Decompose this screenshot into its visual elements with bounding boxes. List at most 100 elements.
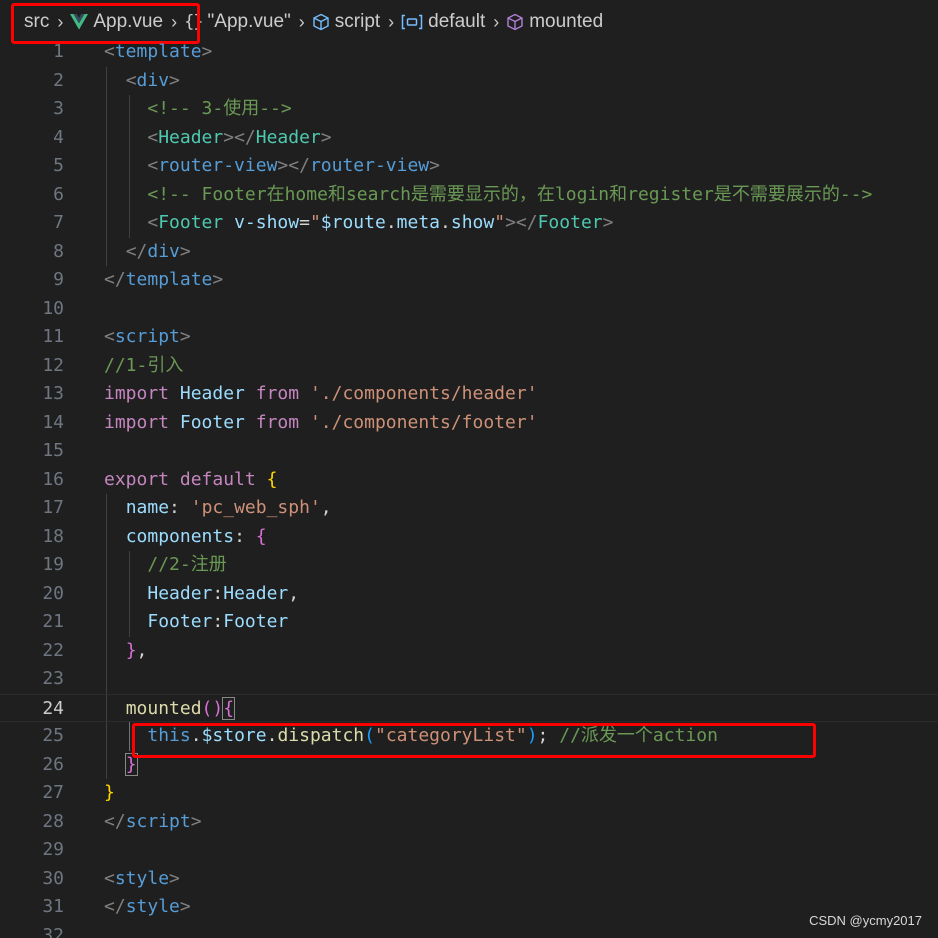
code-line[interactable]: 6 <!-- Footer在home和search是需要显示的，在login和r… (0, 181, 938, 210)
code-token: template (125, 269, 213, 290)
code-token: import (104, 411, 170, 433)
code-line[interactable]: 10 (0, 295, 938, 324)
chevron-right-icon: › (388, 11, 395, 32)
line-number: 32 (42, 924, 64, 938)
line-number: 31 (42, 896, 64, 917)
line-number: 9 (53, 269, 64, 290)
code-line[interactable]: 5 <router-view></router-view> (0, 152, 938, 181)
breadcrumb-item-default[interactable]: default (401, 11, 485, 33)
code-token: $route (320, 212, 386, 233)
code-line[interactable]: 9 </template> (0, 266, 938, 295)
code-token: v-show (234, 212, 300, 233)
code-token: < (104, 326, 115, 347)
line-code: }, (104, 637, 148, 666)
code-line[interactable]: 31 </style> (0, 893, 938, 922)
code-line[interactable]: 11 <script> (0, 323, 938, 352)
code-line[interactable]: 19 //2-注册 (0, 551, 938, 580)
line-code: <router-view></router-view> (104, 152, 440, 181)
code-line[interactable]: 17 name: 'pc_web_sph', (0, 494, 938, 523)
code-token: </ (104, 810, 126, 832)
code-line[interactable]: 28 </script> (0, 808, 938, 837)
code-line[interactable]: 22 }, (0, 637, 938, 666)
code-token: , (320, 497, 332, 518)
code-token: show (450, 212, 495, 233)
breadcrumb-item-mounted[interactable]: mounted (506, 11, 603, 33)
breadcrumb-label: mounted (529, 11, 604, 32)
code-line[interactable]: 2 <div> (0, 67, 938, 96)
line-code: mounted(){ (104, 695, 236, 724)
code-token: : (212, 582, 224, 604)
code-token: } (125, 639, 137, 661)
line-number: 7 (53, 212, 64, 233)
line-code: <!-- Footer在home和search是需要显示的，在login和reg… (104, 181, 872, 210)
variable-icon (401, 14, 423, 30)
code-token: < (147, 212, 159, 233)
code-token: router-view (309, 155, 430, 176)
code-token: < (147, 126, 159, 148)
code-token: //2-注册 (147, 554, 227, 575)
code-token: Header (255, 126, 321, 148)
code-editor[interactable]: 1 <template> 2 <div> 3 <!-- 3-使用--> 4 <Heade… (0, 38, 938, 938)
code-highlight-box (132, 723, 816, 758)
code-line[interactable]: 27} (0, 779, 938, 808)
code-token: name (125, 497, 170, 518)
code-line[interactable]: 8 </div> (0, 238, 938, 267)
code-token: Footer (537, 212, 603, 233)
code-token: > (429, 155, 440, 176)
code-token: </ (104, 896, 126, 917)
code-line[interactable]: 7 <Footer v-show="$route.meta.show"></Fo… (0, 209, 938, 238)
code-line[interactable]: 32 (0, 922, 938, 938)
code-token: } (104, 782, 115, 803)
breadcrumb-item-script[interactable]: script (312, 11, 380, 33)
code-line[interactable]: 1 <template> (0, 38, 938, 67)
code-line[interactable]: 3 <!-- 3-使用--> (0, 95, 938, 124)
code-line[interactable]: 13 import Header from './components/heade… (0, 380, 938, 409)
code-line[interactable]: 24 mounted(){ (0, 693, 938, 724)
code-token: import (104, 383, 170, 404)
code-token: from (255, 411, 300, 433)
line-number: 18 (42, 525, 64, 547)
method-cube-icon (506, 13, 524, 31)
code-token: . (440, 212, 451, 233)
line-number: 23 (42, 668, 64, 689)
line-number: 5 (53, 155, 64, 176)
code-line[interactable]: 30 <style> (0, 865, 938, 894)
code-token: , (136, 639, 148, 661)
code-token: <!-- 3-使用--> (147, 98, 292, 119)
code-line[interactable]: 16 export default { (0, 466, 938, 495)
code-token: router-view (158, 155, 278, 176)
code-line[interactable]: 4 <Header></Header> (0, 124, 938, 153)
line-code: </style> (104, 893, 191, 922)
code-line[interactable]: 18 components: { (0, 523, 938, 552)
code-line[interactable]: 20 Header:Header, (0, 580, 938, 609)
breadcrumb-label: default (428, 11, 486, 32)
line-code: <script> (104, 323, 191, 352)
line-number: 28 (42, 810, 64, 832)
line-code: <Footer v-show="$route.meta.show"></Foot… (104, 209, 613, 238)
breadcrumb-item-app-vue-string[interactable]: {} "App.vue" (184, 11, 291, 33)
code-token: Header (147, 582, 213, 604)
code-line[interactable]: 14 import Footer from './components/foote… (0, 409, 938, 438)
code-line[interactable]: 15 (0, 437, 938, 466)
code-line[interactable]: 21 Footer:Footer (0, 608, 938, 637)
line-number: 6 (53, 183, 64, 205)
breadcrumb-label: script (334, 11, 381, 32)
code-line[interactable]: 23 (0, 665, 938, 694)
line-code: //1-引入 (104, 352, 183, 381)
code-token: default (179, 468, 256, 490)
code-line[interactable]: 12 //1-引入 (0, 352, 938, 381)
code-token: <!-- Footer在home和search是需要显示的，在login和reg… (147, 183, 873, 205)
code-token: () (201, 697, 224, 719)
line-code: name: 'pc_web_sph', (104, 494, 332, 523)
code-line[interactable]: 29 (0, 836, 938, 865)
line-number: 16 (42, 468, 64, 490)
line-code: Header:Header, (104, 580, 299, 609)
line-number: 20 (42, 582, 64, 604)
code-token: components (125, 525, 235, 547)
